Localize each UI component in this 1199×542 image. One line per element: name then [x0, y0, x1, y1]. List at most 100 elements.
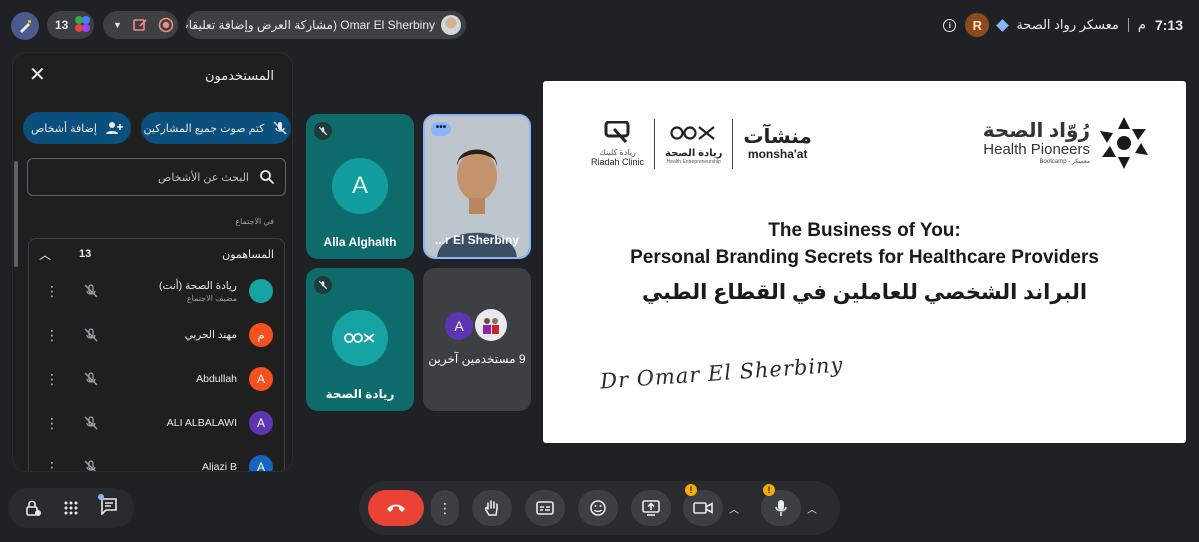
- divider: [1127, 18, 1129, 32]
- host-controls-lock-icon[interactable]: [24, 499, 42, 517]
- add-people-button[interactable]: إضافة أشخاص: [23, 112, 131, 144]
- reactions-button[interactable]: [578, 490, 618, 526]
- participant-row[interactable]: ⋮ مهند الحربي م: [29, 313, 284, 357]
- microphone-button[interactable]: !: [761, 484, 801, 526]
- participant-row[interactable]: ⋮ Abdullah A: [29, 357, 284, 401]
- meeting-title: معسكر رواد الصحة: [1016, 17, 1119, 32]
- slide-title-line3: البراند الشخصي للعاملين في القطاع الطبي: [641, 281, 1088, 304]
- more-vert-icon: ⋮: [438, 500, 452, 516]
- search-icon: [260, 170, 275, 185]
- host-avatar[interactable]: R: [965, 13, 990, 37]
- tile-other-participants[interactable]: A 9 مستخدمين آخرين: [423, 268, 531, 411]
- tile-omar-el-sherbiny[interactable]: ••• ...r El Sherbiny: [423, 114, 531, 259]
- recording-controls[interactable]: ▼: [103, 11, 178, 39]
- more-options-icon[interactable]: •••: [431, 122, 451, 136]
- presenter-indicator[interactable]: Omar El Sherbiny (مشاركة العرض وإضافة تع…: [186, 11, 466, 39]
- signature: Dr Omar El Sherbiny: [599, 352, 845, 394]
- more-options-button[interactable]: ⋮: [431, 490, 459, 526]
- avatar: A: [332, 158, 388, 214]
- contributors-header[interactable]: ︿ 13 المساهمون: [29, 239, 284, 269]
- presenter-label: Omar El Sherbiny (مشاركة العرض وإضافة تع…: [186, 18, 435, 32]
- annotate-pen-button[interactable]: [11, 12, 39, 40]
- end-call-button[interactable]: [368, 490, 424, 526]
- warning-icon: !: [763, 484, 775, 496]
- avatar: A: [249, 411, 273, 435]
- avatar: A: [249, 367, 273, 391]
- chat-button[interactable]: [97, 493, 118, 520]
- tile-alla-alghalth[interactable]: A Alla Alghalth: [306, 114, 414, 259]
- tile-name: Alla Alghalth: [323, 235, 397, 249]
- participant-name-text: Abdullah: [196, 373, 237, 385]
- avatar: A: [249, 455, 273, 471]
- search-people-input[interactable]: البحث عن الأشخاص: [27, 158, 286, 196]
- participant-name: مهند الحربي: [185, 329, 237, 341]
- chevron-up-icon: ︿: [807, 504, 817, 516]
- mic-off-icon[interactable]: [83, 415, 99, 431]
- present-icon: [642, 500, 660, 516]
- participant-name-text: Aljazi B: [201, 461, 237, 472]
- more-vert-icon[interactable]: ⋮: [45, 327, 59, 344]
- clock: 7:13: [1154, 17, 1183, 33]
- mic-off-icon[interactable]: [83, 459, 99, 472]
- meeting-tools: [8, 488, 134, 528]
- slide-title-line1: The Business of You:: [768, 220, 961, 241]
- panel-scrollbar[interactable]: [14, 161, 18, 267]
- riyada-ar: ريادة الصحة: [665, 148, 723, 159]
- participants-count-button[interactable]: 13: [47, 11, 94, 39]
- participant-role: مضيف الاجتماع: [186, 293, 237, 303]
- mic-off-icon[interactable]: [83, 327, 99, 343]
- people-panel: ✕ المستخدمون إضافة أشخاص كتم صوت جميع ال…: [12, 52, 293, 472]
- tile-name: ...r El Sherbiny: [434, 233, 520, 247]
- pen-icon: [20, 19, 32, 33]
- add-people-label: إضافة أشخاص: [31, 122, 97, 135]
- more-vert-icon[interactable]: ⋮: [45, 371, 59, 388]
- more-vert-icon[interactable]: ⋮: [45, 415, 59, 432]
- mic-icon: [775, 500, 787, 516]
- mic-off-icon: [273, 121, 287, 135]
- divider: [732, 119, 734, 169]
- presenter-avatar: [441, 15, 461, 35]
- hp-english: Health Pioneers: [983, 141, 1090, 159]
- participant-row[interactable]: ⋮ Aljazi B A: [29, 445, 284, 472]
- camera-button[interactable]: !: [683, 484, 723, 526]
- person-add-icon: [105, 122, 123, 134]
- tile-name: ريادة الصحة: [325, 387, 395, 401]
- mute-all-label: كتم صوت جميع المشاركين: [143, 122, 265, 135]
- info-icon[interactable]: i: [943, 18, 957, 32]
- participant-row[interactable]: ⋮ ريادة الصحة (أنت) مضيف الاجتماع: [29, 269, 284, 313]
- mic-off-icon[interactable]: [83, 283, 99, 299]
- close-icon[interactable]: ✕: [29, 65, 46, 85]
- search-placeholder: البحث عن الأشخاص: [158, 171, 249, 184]
- captions-icon: [536, 501, 554, 515]
- chevron-down-icon[interactable]: ▼: [113, 20, 122, 30]
- hp-sub: Bootcamp - معسكر: [1039, 158, 1090, 165]
- mute-all-button[interactable]: كتم صوت جميع المشاركين: [141, 112, 291, 144]
- avatar: [249, 279, 273, 303]
- more-vert-icon[interactable]: ⋮: [45, 283, 59, 300]
- more-vert-icon[interactable]: ⋮: [45, 459, 59, 472]
- activities-grid-icon[interactable]: [63, 500, 79, 516]
- call-controls: ⋮ ! ︿ ! ︿: [359, 481, 840, 535]
- participant-name-text: ريادة الصحة (أنت): [159, 279, 237, 292]
- participant-name: Abdullah: [196, 373, 237, 385]
- monshaat-en: monsha'at: [747, 147, 808, 161]
- tile-riyada-alsaha[interactable]: ريادة الصحة: [306, 268, 414, 411]
- presentation-slide: ريادة كلينك Riadah Clinic ريادة الصحة He…: [543, 81, 1186, 443]
- panel-title: المستخدمون: [204, 68, 274, 83]
- mic-options-button[interactable]: ︿: [799, 490, 825, 526]
- raise-hand-button[interactable]: [472, 490, 512, 526]
- captions-button[interactable]: [525, 490, 565, 526]
- present-screen-button[interactable]: [631, 490, 671, 526]
- slide-title-line2: Personal Branding Secrets for Healthcare…: [630, 247, 1099, 268]
- mic-off-icon[interactable]: [83, 371, 99, 387]
- edit-annotation-icon[interactable]: [132, 17, 148, 33]
- warning-icon: !: [685, 484, 697, 496]
- participant-name: ALI ALBALAWI: [167, 417, 237, 429]
- tile-mic-off-icon: [314, 122, 332, 140]
- hp-arabic: رُوّاد الصحة: [982, 120, 1090, 143]
- record-icon[interactable]: [158, 17, 174, 33]
- camera-options-button[interactable]: ︿: [721, 490, 747, 526]
- participant-row[interactable]: ⋮ ALI ALBALAWI A: [29, 401, 284, 445]
- divider: [654, 119, 656, 169]
- chevron-up-icon[interactable]: ︿: [39, 246, 57, 263]
